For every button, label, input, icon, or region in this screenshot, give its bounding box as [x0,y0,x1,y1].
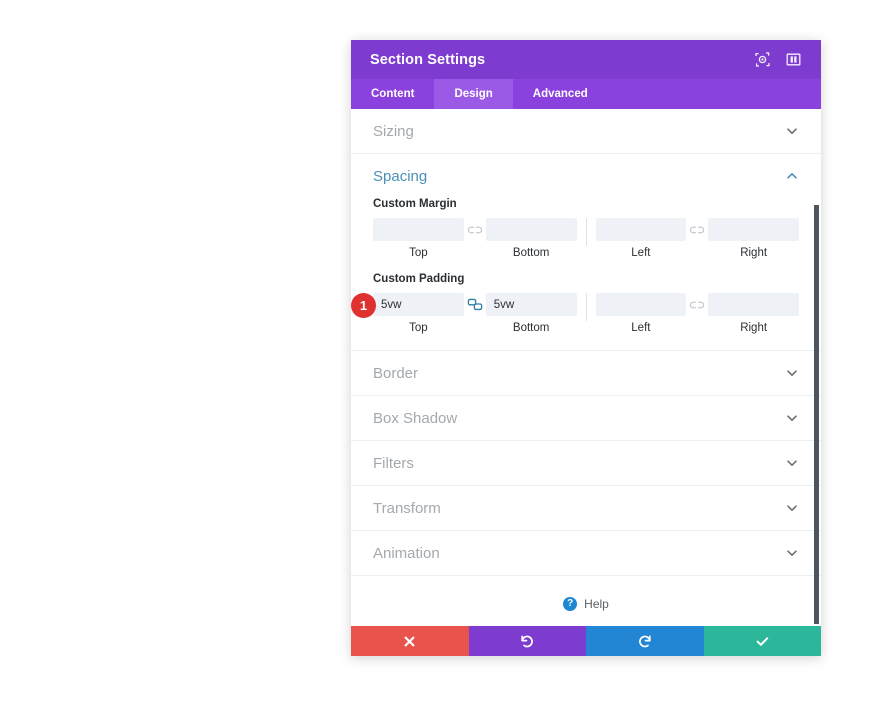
tab-content[interactable]: Content [351,79,434,109]
margin-right-cell: Right [708,218,799,259]
panel-footer [351,626,821,656]
screenshot-stage: Section Settings Content Design Advanced… [0,0,880,701]
section-animation-header[interactable]: Animation [351,531,821,575]
tab-design[interactable]: Design [434,79,513,109]
custom-margin-row: Top Bottom Left Right [373,218,799,259]
padding-top-caption: Top [409,322,428,334]
margin-left-caption: Left [631,247,651,259]
section-animation-title: Animation [373,544,440,562]
margin-top-input[interactable] [373,218,464,241]
section-spacing-title: Spacing [373,167,428,185]
padding-divider [585,293,587,321]
section-filters: Filters [351,441,821,486]
chevron-up-icon[interactable] [785,169,799,183]
section-sizing: Sizing [351,109,821,154]
chevron-down-icon[interactable] [785,411,799,425]
margin-link-broken-icon[interactable] [464,218,486,241]
focus-target-icon[interactable] [754,51,771,68]
chevron-down-icon[interactable] [785,366,799,380]
panel-scrollbar-thumb[interactable] [814,205,819,624]
section-border: Border [351,351,821,396]
padding-right-caption: Right [740,322,768,334]
section-settings-panel: Section Settings Content Design Advanced… [351,40,821,656]
margin-top-bottom-pair: Top Bottom [373,218,577,259]
section-box-shadow-header[interactable]: Box Shadow [351,396,821,440]
save-button[interactable] [703,626,821,656]
padding-left-input[interactable] [595,293,687,316]
discard-button[interactable] [351,626,469,656]
section-sizing-title: Sizing [373,122,414,140]
custom-padding-label: Custom Padding [373,273,465,285]
chevron-down-icon[interactable] [785,456,799,470]
margin-divider [585,218,587,246]
chevron-down-icon[interactable] [785,546,799,560]
question-mark-icon: ? [563,597,578,611]
section-transform-header[interactable]: Transform [351,486,821,530]
margin-lr-link-broken-icon[interactable] [686,218,708,241]
panel-titlebar: Section Settings [351,40,821,79]
padding-right-cell: Right [708,293,799,334]
undo-button[interactable] [468,626,586,656]
layout-columns-icon[interactable] [785,51,802,68]
section-spacing-header[interactable]: Spacing [351,154,821,198]
margin-left-right-pair: Left Right [595,218,799,259]
section-box-shadow-title: Box Shadow [373,409,458,427]
section-transform-title: Transform [373,499,441,517]
chevron-down-icon[interactable] [785,124,799,138]
padding-top-cell: Top [373,293,464,334]
panel-title: Section Settings [370,51,486,68]
padding-bottom-input[interactable] [485,293,577,316]
section-border-title: Border [373,364,419,382]
help-label: Help [584,597,609,611]
margin-right-input[interactable] [708,218,799,241]
padding-bottom-caption: Bottom [512,322,550,334]
margin-top-caption: Top [409,247,428,259]
titlebar-actions [754,51,802,68]
panel-tabs: Content Design Advanced [351,79,821,109]
margin-bottom-caption: Bottom [512,247,550,259]
margin-bottom-input[interactable] [485,218,577,241]
section-filters-header[interactable]: Filters [351,441,821,485]
spacing-fields: Custom Margin Top Bottom Left Right Cust… [351,198,821,350]
margin-bottom-cell: Bottom [485,218,577,259]
section-box-shadow: Box Shadow [351,396,821,441]
margin-top-cell: Top [373,218,464,259]
tab-advanced[interactable]: Advanced [513,79,608,109]
padding-top-bottom-pair: Top Bottom [373,293,577,334]
chevron-down-icon[interactable] [785,501,799,515]
padding-right-input[interactable] [708,293,799,316]
custom-margin-label: Custom Margin [373,198,457,210]
margin-left-input[interactable] [595,218,687,241]
padding-link-connected-icon[interactable] [464,293,486,316]
section-animation: Animation [351,531,821,576]
padding-top-input[interactable] [373,293,464,316]
section-border-header[interactable]: Border [351,351,821,395]
panel-body: Sizing Spacing Custom Margin Top Bottom … [351,109,821,626]
section-sizing-header[interactable]: Sizing [351,109,821,153]
margin-right-caption: Right [740,247,768,259]
padding-left-caption: Left [631,322,651,334]
padding-lr-link-broken-icon[interactable] [686,293,708,316]
padding-bottom-cell: Bottom [485,293,577,334]
help-row[interactable]: ? Help [351,576,821,626]
padding-left-cell: Left [595,293,687,334]
section-spacing: Spacing Custom Margin Top Bottom Left Ri… [351,154,821,351]
margin-left-cell: Left [595,218,687,259]
padding-left-right-pair: Left Right [595,293,799,334]
custom-padding-row: 1 Top [351,293,799,334]
section-transform: Transform [351,486,821,531]
redo-button[interactable] [586,626,704,656]
step-badge: 1 [351,293,376,318]
section-filters-title: Filters [373,454,414,472]
